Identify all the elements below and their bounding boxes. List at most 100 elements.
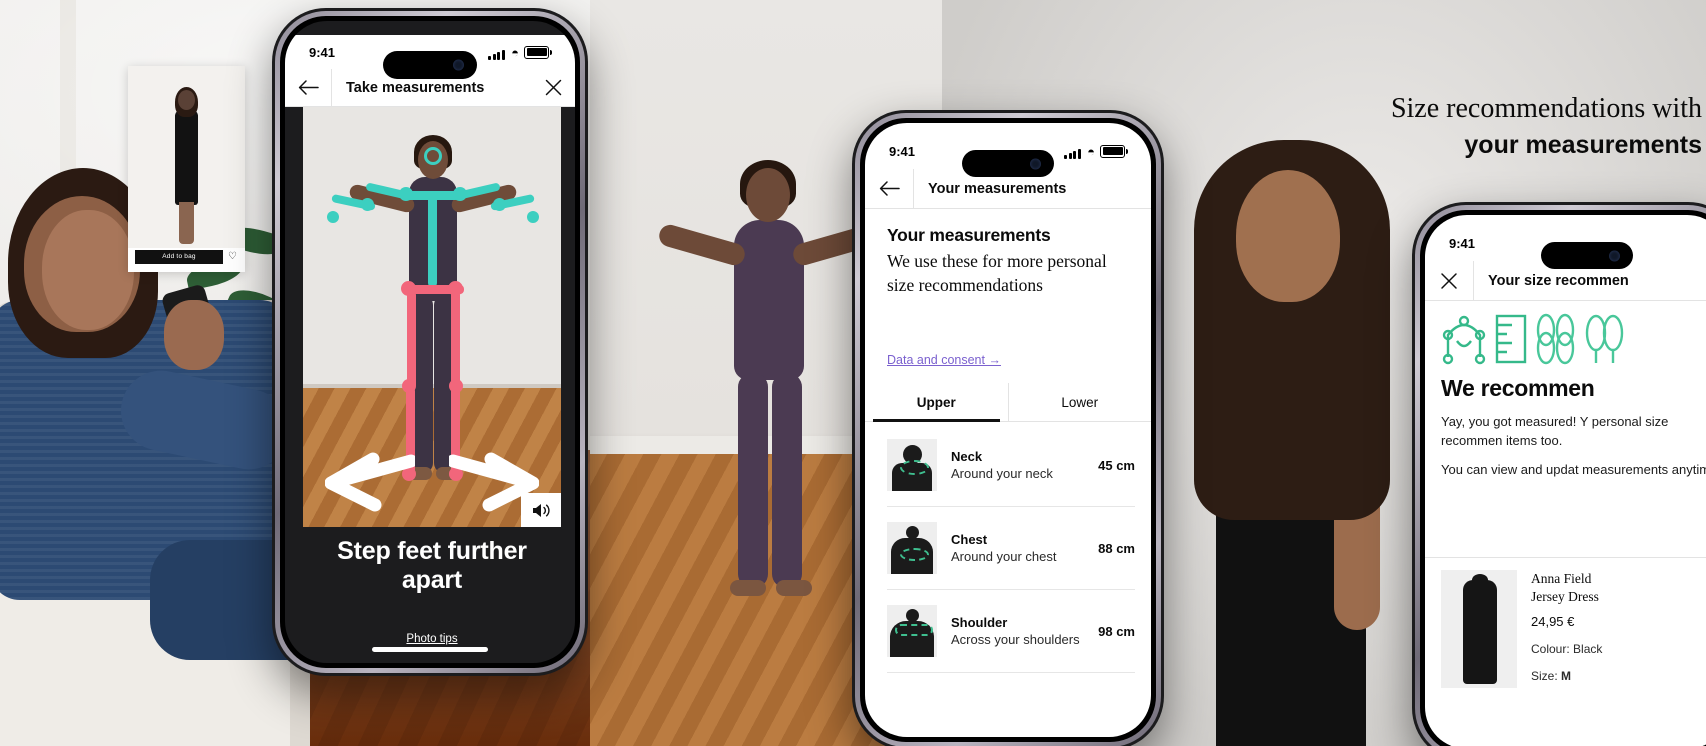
table-row[interactable]: Neck Around your neck 45 cm — [887, 439, 1135, 491]
close-icon[interactable] — [531, 69, 575, 106]
table-row[interactable]: Chest Around your chest 88 cm — [887, 522, 1135, 574]
skeleton-joint-shoulder-left — [399, 187, 413, 201]
hero-subtitle: We use these for more personal size reco… — [887, 251, 1107, 295]
skeleton-joint-elbow-left — [361, 198, 374, 211]
dynamic-island — [383, 51, 477, 79]
back-arrow-icon[interactable] — [285, 69, 331, 106]
row-divider — [887, 589, 1135, 590]
row-divider — [887, 506, 1135, 507]
icon-measure-band — [900, 548, 929, 561]
sound-toggle-button[interactable] — [521, 493, 561, 527]
product-size: Size: M — [1531, 667, 1602, 685]
standing-person-head — [746, 168, 790, 222]
row-divider — [887, 672, 1135, 673]
product-neckline-shape — [1472, 574, 1488, 586]
table-row[interactable]: Shoulder Across your shoulders 98 cm — [887, 605, 1135, 657]
row-value: 98 cm — [1098, 623, 1135, 639]
phone2-screen: 9:41 ◓ Your measurements Your measuremen… — [865, 123, 1151, 737]
product-brand: Anna Field — [1531, 571, 1592, 586]
cellular-bars-icon — [488, 45, 506, 60]
product-card-overlay[interactable]: Add to bag ♡ — [128, 66, 245, 272]
coaching-line-1: Step feet further — [337, 537, 527, 565]
add-to-bag-label: Add to bag — [162, 253, 196, 260]
phone-your-measurements: 9:41 ◓ Your measurements Your measuremen… — [852, 110, 1164, 746]
scene: Add to bag ♡ Size recommendations with y… — [0, 0, 1706, 746]
photo-tips-link[interactable]: Photo tips — [406, 633, 457, 645]
battery-icon — [524, 45, 552, 59]
row-value: 88 cm — [1098, 540, 1135, 556]
tape-measure-icon — [1536, 313, 1575, 365]
page-title: Your size recommen — [1488, 272, 1629, 289]
measurements-hero: Your measurements We use these for more … — [865, 209, 1151, 297]
ruler-icon — [1495, 314, 1527, 364]
skeleton-joint-knee-left — [402, 379, 416, 393]
skeleton-spine — [428, 191, 437, 287]
product-price: 24,95 € — [1531, 614, 1575, 629]
studio-model-face — [1236, 170, 1340, 302]
recommendation-body: We recommen Yay, you got measured! Y per… — [1441, 375, 1706, 479]
photo-tips-link-wrap: Photo tips — [303, 629, 561, 647]
skeleton-thigh-left — [407, 291, 416, 389]
status-time: 9:41 — [1449, 235, 1476, 251]
product-image — [1441, 570, 1517, 688]
skeleton-joint-wrist-right — [527, 211, 539, 223]
status-time: 9:41 — [309, 44, 336, 60]
product-card-image — [128, 66, 245, 248]
studio-model — [1174, 140, 1404, 746]
product-colour: Colour: Black — [1531, 642, 1603, 656]
wifi-icon: ◓ — [1087, 143, 1095, 159]
camera-viewfinder — [303, 107, 561, 527]
row-text: Neck Around your neck — [951, 449, 1084, 481]
cellular-bars-icon — [1064, 144, 1082, 159]
headline-line-1: Size recommendations with — [1390, 93, 1702, 124]
hero-title: Your measurements — [887, 225, 1051, 245]
status-icons: ◓ — [488, 44, 552, 60]
product-info: Anna Field Jersey Dress 24,95 € Colour: … — [1531, 570, 1602, 688]
skeleton-joint-hip-right — [448, 281, 463, 296]
row-title: Chest — [951, 532, 988, 547]
add-to-bag-button[interactable]: Add to bag — [135, 250, 223, 264]
status-time: 9:41 — [889, 143, 916, 159]
home-indicator[interactable] — [372, 647, 488, 652]
battery-icon — [1100, 144, 1128, 158]
recommendation-paragraph-1: Yay, you got measured! Y personal size r… — [1441, 414, 1669, 448]
tab-lower[interactable]: Lower — [1007, 383, 1152, 421]
phone-take-measurements: 9:41 ◓ Take measurements Step feet furth… — [272, 8, 588, 676]
standing-person-leg-right — [772, 373, 802, 588]
close-icon[interactable] — [1425, 261, 1473, 300]
speaker-on-icon — [533, 503, 550, 517]
recommendation-paragraph-2: You can view and updat measurements anyt… — [1441, 462, 1706, 477]
phone-size-recommendation: 9:41 Your size recommen We recommen Yay,… — [1412, 202, 1706, 746]
product-size-value: M — [1561, 669, 1572, 683]
row-title: Neck — [951, 449, 983, 464]
data-and-consent-link[interactable]: Data and consent → — [887, 353, 1001, 367]
row-title: Shoulder — [951, 615, 1008, 630]
heart-icon[interactable]: ♡ — [228, 251, 237, 263]
recommended-product-card[interactable]: Anna Field Jersey Dress 24,95 € Colour: … — [1425, 557, 1706, 688]
wifi-icon: ◓ — [511, 44, 519, 60]
camera-lens-icon — [1030, 158, 1041, 169]
tape-loop-icon — [1585, 314, 1624, 363]
standing-person-torso — [734, 220, 804, 380]
skeleton-joint-hip-left — [401, 281, 416, 296]
page-title: Take measurements — [346, 79, 485, 96]
dynamic-island — [962, 150, 1054, 177]
decorative-icon-row — [1441, 313, 1624, 365]
row-description: Around your chest — [951, 549, 1057, 564]
chest-measure-icon — [887, 522, 937, 574]
row-value: 45 cm — [1098, 457, 1135, 473]
body-points-icon — [1442, 315, 1486, 365]
product-dress — [175, 110, 198, 205]
product-name: Jersey Dress — [1531, 589, 1599, 604]
camera-lens-icon — [1609, 250, 1620, 261]
shoulder-measure-icon — [887, 605, 937, 657]
row-text: Shoulder Across your shoulders — [951, 615, 1084, 647]
coaching-message: Step feet further apart — [303, 537, 561, 595]
standing-person-arm-left — [656, 222, 748, 268]
back-arrow-icon[interactable] — [865, 169, 913, 208]
tab-upper[interactable]: Upper — [865, 383, 1008, 422]
dynamic-island — [1541, 242, 1633, 269]
product-head — [178, 90, 195, 110]
skeleton-joint-shoulder-right — [453, 187, 467, 201]
icon-measure-band — [895, 624, 933, 636]
